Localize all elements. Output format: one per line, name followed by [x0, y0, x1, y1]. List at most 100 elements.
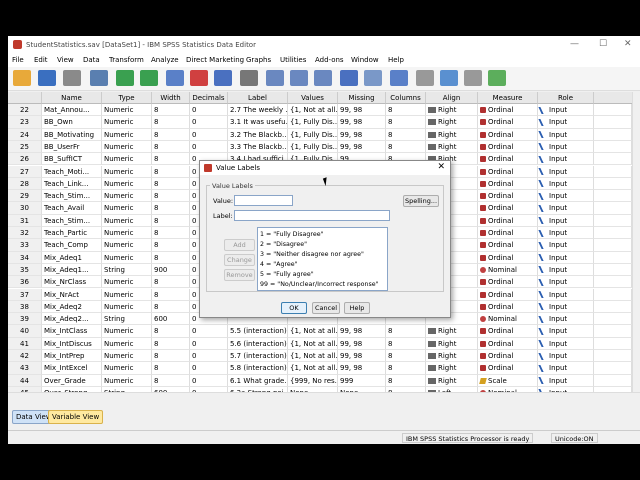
menu-analyze[interactable]: Analyze: [151, 56, 179, 64]
row-number[interactable]: 35: [8, 263, 42, 277]
cell-width[interactable]: 8: [152, 300, 190, 314]
col-header-role[interactable]: Role: [538, 92, 594, 104]
dialog-close-icon[interactable]: ✕: [437, 162, 445, 172]
cell-width[interactable]: 8: [152, 276, 190, 289]
cell-type[interactable]: Numeric: [102, 190, 152, 203]
cell-measure[interactable]: Ordinal: [478, 350, 538, 363]
col-header-columns[interactable]: Columns: [386, 92, 426, 104]
cell-align[interactable]: Right: [426, 140, 478, 154]
spell-check-icon[interactable]: [464, 70, 482, 86]
cell-missing[interactable]: 99, 98: [338, 104, 386, 117]
cell-columns[interactable]: 8: [386, 362, 426, 375]
list-item[interactable]: 3 = "Neither disagree nor agree": [260, 250, 385, 260]
cell-empty[interactable]: [594, 140, 632, 154]
row-number[interactable]: 37: [8, 288, 42, 301]
cell-label[interactable]: 2.7 The weekly ...: [228, 104, 288, 117]
cell-align[interactable]: Right: [426, 362, 478, 375]
cell-values[interactable]: {1, Not at all...: [288, 325, 338, 338]
cell-type[interactable]: Numeric: [102, 202, 152, 215]
cell-type[interactable]: Numeric: [102, 288, 152, 301]
cell-role[interactable]: Input: [538, 313, 594, 326]
cell-type[interactable]: Numeric: [102, 116, 152, 129]
row-number[interactable]: 22: [8, 104, 42, 117]
menu-transform[interactable]: Transform: [109, 56, 144, 64]
cell-measure[interactable]: Scale: [478, 374, 538, 387]
cell-type[interactable]: Numeric: [102, 239, 152, 252]
row-number[interactable]: 31: [8, 214, 42, 227]
cell-name[interactable]: Mix_IntClass: [42, 325, 102, 338]
cell-type[interactable]: Numeric: [102, 104, 152, 117]
cell-measure[interactable]: Ordinal: [478, 300, 538, 314]
cell-missing[interactable]: 99, 98: [338, 325, 386, 338]
cell-empty[interactable]: [594, 350, 632, 363]
cell-type[interactable]: Numeric: [102, 362, 152, 375]
row-number[interactable]: 24: [8, 128, 42, 141]
list-item[interactable]: 99 = "No/Unclear/Incorrect response": [260, 280, 385, 290]
cell-measure[interactable]: Ordinal: [478, 276, 538, 289]
cell-missing[interactable]: 99, 98: [338, 362, 386, 375]
spelling-button[interactable]: Spelling...: [403, 195, 439, 207]
cancel-button[interactable]: Cancel: [312, 302, 340, 314]
cell-measure[interactable]: Ordinal: [478, 251, 538, 264]
cell-role[interactable]: Input: [538, 140, 594, 154]
cell-width[interactable]: 8: [152, 128, 190, 141]
cell-width[interactable]: 8: [152, 214, 190, 227]
cell-name[interactable]: BB_SuffICT: [42, 153, 102, 166]
cell-type[interactable]: Numeric: [102, 374, 152, 387]
cell-empty[interactable]: [594, 362, 632, 375]
cell-role[interactable]: Input: [538, 251, 594, 264]
cell-columns[interactable]: 8: [386, 140, 426, 154]
cell-empty[interactable]: [594, 214, 632, 227]
cell-columns[interactable]: 8: [386, 350, 426, 363]
cell-missing[interactable]: 99, 98: [338, 140, 386, 154]
cell-width[interactable]: 8: [152, 325, 190, 338]
cell-measure[interactable]: Ordinal: [478, 214, 538, 227]
menu-utilities[interactable]: Utilities: [280, 56, 306, 64]
cell-align[interactable]: Right: [426, 116, 478, 129]
list-item[interactable]: 1 = "Fully Disagree": [260, 230, 385, 240]
cell-role[interactable]: Input: [538, 227, 594, 240]
col-header-type[interactable]: Type: [102, 92, 152, 104]
cell-measure[interactable]: Nominal: [478, 263, 538, 277]
cell-measure[interactable]: Ordinal: [478, 325, 538, 338]
cell-align[interactable]: Right: [426, 128, 478, 141]
cell-missing[interactable]: 99, 98: [338, 128, 386, 141]
cell-missing[interactable]: 99, 98: [338, 116, 386, 129]
cell-role[interactable]: Input: [538, 214, 594, 227]
save-icon[interactable]: [38, 70, 56, 86]
cell-empty[interactable]: [594, 153, 632, 166]
label-input[interactable]: [234, 210, 390, 221]
cell-decimals[interactable]: 0: [190, 374, 228, 387]
cell-type[interactable]: String: [102, 263, 152, 277]
cell-measure[interactable]: Ordinal: [478, 202, 538, 215]
cell-align[interactable]: Right: [426, 350, 478, 363]
insert-cases-icon[interactable]: [266, 70, 284, 86]
cell-decimals[interactable]: 0: [190, 325, 228, 338]
cell-decimals[interactable]: 0: [190, 350, 228, 363]
cell-name[interactable]: Teach_Partic: [42, 227, 102, 240]
cell-type[interactable]: Numeric: [102, 325, 152, 338]
cell-name[interactable]: Mat_Annou...: [42, 104, 102, 117]
print-icon[interactable]: [63, 70, 81, 86]
cell-width[interactable]: 8: [152, 165, 190, 178]
cell-role[interactable]: Input: [538, 325, 594, 338]
cell-name[interactable]: Over_Grade: [42, 374, 102, 387]
cell-decimals[interactable]: 0: [190, 104, 228, 117]
cell-width[interactable]: 8: [152, 202, 190, 215]
cell-align[interactable]: Right: [426, 337, 478, 350]
list-item[interactable]: 4 = "Agree": [260, 260, 385, 270]
cell-empty[interactable]: [594, 202, 632, 215]
cell-name[interactable]: Teach_Avail: [42, 202, 102, 215]
col-header-name[interactable]: Name: [42, 92, 102, 104]
cell-role[interactable]: Input: [538, 288, 594, 301]
cell-columns[interactable]: 8: [386, 128, 426, 141]
cell-empty[interactable]: [594, 116, 632, 129]
cell-measure[interactable]: Ordinal: [478, 116, 538, 129]
cell-missing[interactable]: 99, 98: [338, 350, 386, 363]
cell-role[interactable]: Input: [538, 202, 594, 215]
cell-width[interactable]: 900: [152, 263, 190, 277]
goto-variable-icon[interactable]: [190, 70, 208, 86]
col-header-width[interactable]: Width: [152, 92, 190, 104]
cell-name[interactable]: Mix_NrAct: [42, 288, 102, 301]
cell-type[interactable]: Numeric: [102, 177, 152, 191]
